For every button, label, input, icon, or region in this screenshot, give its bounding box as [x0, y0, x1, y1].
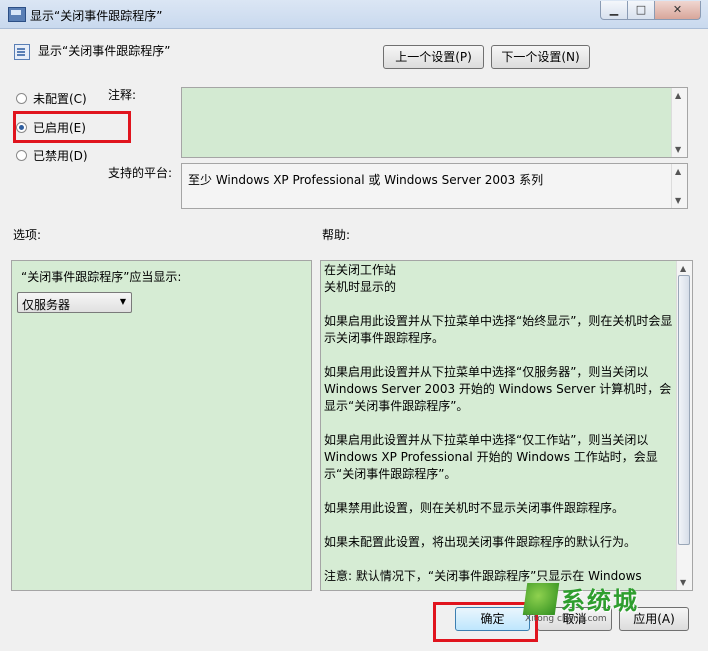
- radio-button[interactable]: [16, 150, 27, 161]
- radio-button[interactable]: [16, 93, 27, 104]
- help-paragraph: 关机时显示的: [324, 280, 397, 294]
- help-section-label: 帮助:: [322, 228, 351, 242]
- title-bar: 显示“关闭事件跟踪程序” ▁ □ ✕: [0, 0, 708, 29]
- platform-scrollbar[interactable]: ▲ ▼: [671, 164, 687, 208]
- watermark-text: 系统城: [561, 586, 639, 615]
- display-option-dropdown[interactable]: 仅服务器 ▼: [17, 292, 132, 313]
- previous-setting-button[interactable]: 上一个设置(P): [383, 45, 484, 69]
- platform-textbox: 至少 Windows XP Professional 或 Windows Ser…: [181, 163, 688, 209]
- policy-window-icon: [8, 7, 26, 22]
- dropdown-value: 仅服务器: [22, 298, 71, 312]
- comment-scrollbar[interactable]: ▲ ▼: [671, 88, 687, 157]
- help-paragraph: 如果启用此设置并从下拉菜单中选择“仅服务器”，则当关闭以 Windows Ser…: [324, 365, 672, 413]
- scroll-up-icon[interactable]: ▲: [675, 91, 681, 100]
- help-paragraph: 在关闭工作站: [324, 263, 397, 277]
- scroll-down-icon[interactable]: ▼: [680, 578, 686, 587]
- help-paragraph: 如果禁用此设置，则在关机时不显示关闭事件跟踪程序。: [324, 501, 625, 515]
- close-button[interactable]: ✕: [654, 1, 701, 20]
- comment-label: 注释:: [108, 88, 137, 102]
- policy-setting-icon: [14, 44, 30, 60]
- policy-name: 显示“关闭事件跟踪程序”: [38, 44, 171, 58]
- scroll-down-icon[interactable]: ▼: [675, 196, 681, 205]
- highlight-enabled: [13, 111, 131, 143]
- window-title: 显示“关闭事件跟踪程序”: [30, 9, 163, 23]
- radio-label: 已禁用(D): [33, 149, 88, 163]
- options-section-label: 选项:: [13, 228, 42, 242]
- highlight-ok: [433, 602, 538, 642]
- comment-textarea[interactable]: ▲ ▼: [181, 87, 688, 158]
- options-panel: “关闭事件跟踪程序”应当显示: 仅服务器 ▼: [11, 260, 312, 591]
- radio-label: 未配置(C): [33, 92, 87, 106]
- help-panel: 在关闭工作站 关机时显示的 如果启用此设置并从下拉菜单中选择“始终显示”，则在关…: [320, 260, 693, 591]
- scroll-down-icon[interactable]: ▼: [675, 145, 681, 154]
- chevron-down-icon[interactable]: ▼: [120, 297, 126, 306]
- radio-disabled[interactable]: 已禁用(D): [16, 147, 88, 164]
- display-option-label: “关闭事件跟踪程序”应当显示:: [21, 270, 182, 284]
- watermark-url: Xitong cheng.com: [525, 614, 607, 624]
- scroll-up-icon[interactable]: ▲: [675, 167, 681, 176]
- help-paragraph: 如果启用此设置并从下拉菜单中选择“始终显示”，则在关机时会显示关闭事件跟踪程序。: [324, 314, 673, 345]
- scroll-up-icon[interactable]: ▲: [680, 264, 686, 273]
- watermark: 系统城 Xitong cheng.com: [522, 577, 665, 627]
- scroll-thumb[interactable]: [678, 275, 690, 545]
- minimize-button[interactable]: ▁: [600, 1, 628, 20]
- watermark-logo-icon: [522, 583, 560, 615]
- help-paragraph: 如果未配置此设置，将出现关闭事件跟踪程序的默认行为。: [324, 535, 637, 549]
- help-paragraph: 如果启用此设置并从下拉菜单中选择“仅工作站”，则当关闭以 Windows XP …: [324, 433, 658, 481]
- platform-label: 支持的平台:: [108, 166, 173, 180]
- radio-not-configured[interactable]: 未配置(C): [16, 90, 87, 107]
- help-scrollbar[interactable]: ▲ ▼: [676, 261, 692, 590]
- maximize-button[interactable]: □: [627, 1, 655, 20]
- platform-value: 至少 Windows XP Professional 或 Windows Ser…: [188, 173, 544, 187]
- help-text: 在关闭工作站 关机时显示的 如果启用此设置并从下拉菜单中选择“始终显示”，则在关…: [324, 262, 676, 602]
- next-setting-button[interactable]: 下一个设置(N): [491, 45, 590, 69]
